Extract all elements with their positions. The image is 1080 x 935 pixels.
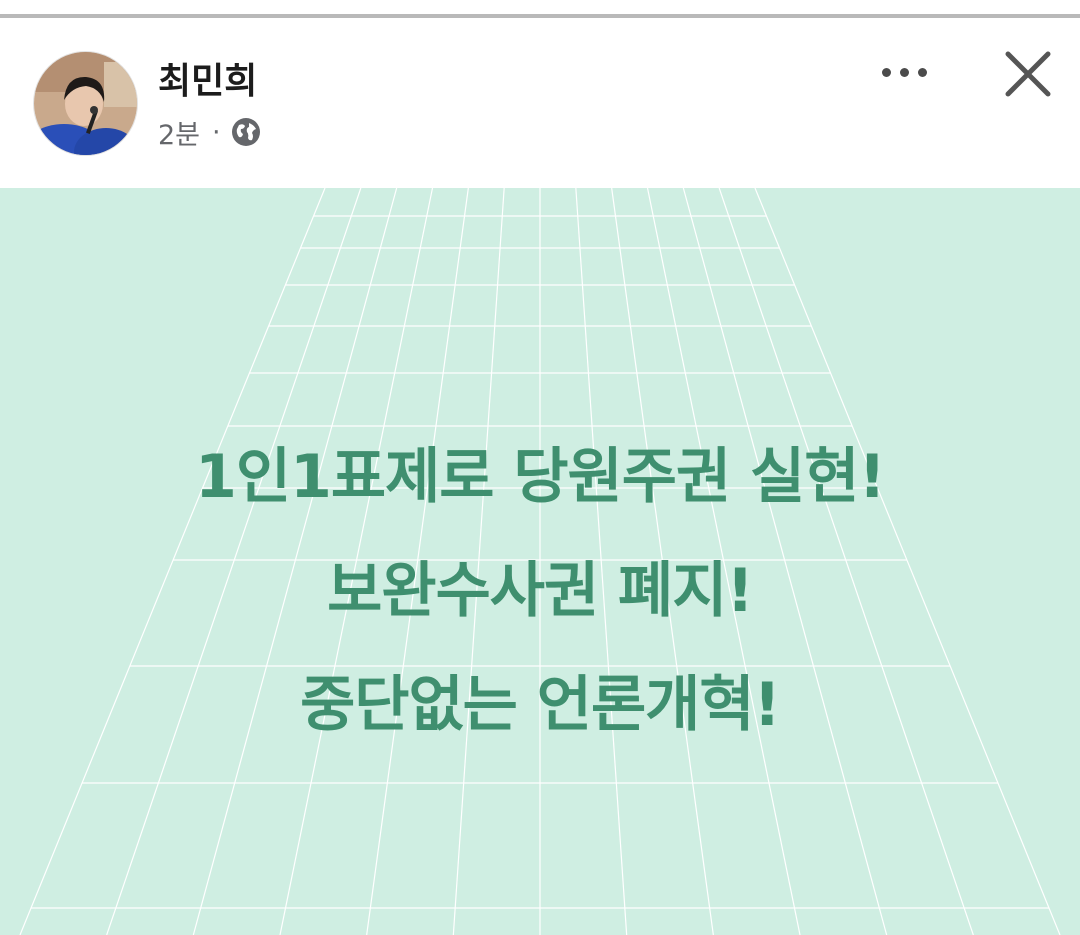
headline-line-3: 중단없는 언론개혁! (300, 670, 781, 740)
author-name[interactable]: 최민희 (158, 52, 257, 104)
post-meta: 2분 · (158, 113, 261, 152)
avatar[interactable] (33, 51, 138, 156)
post-time[interactable]: 2분 (158, 113, 200, 152)
headline-line-2: 보완수사권 폐지! (327, 556, 754, 626)
more-dot (917, 67, 927, 77)
close-icon (1005, 51, 1051, 97)
more-horizontal-icon (881, 67, 891, 77)
meta-separator: · (212, 116, 221, 148)
post-image[interactable]: 1인1표제로 당원주권 실현! 보완수사권 폐지! 중단없는 언론개혁! (0, 188, 1080, 935)
headline-line-1: 1인1표제로 당원주권 실현! (195, 442, 886, 512)
globe-icon[interactable] (231, 117, 261, 147)
more-dot (899, 67, 909, 77)
avatar-photo (34, 52, 137, 155)
more-options-button[interactable] (873, 54, 935, 90)
post-header: 최민희 2분 · (0, 18, 1080, 188)
image-headline: 1인1표제로 당원주권 실현! 보완수사권 폐지! 중단없는 언론개혁! (0, 420, 1080, 762)
close-button[interactable] (1000, 46, 1056, 102)
